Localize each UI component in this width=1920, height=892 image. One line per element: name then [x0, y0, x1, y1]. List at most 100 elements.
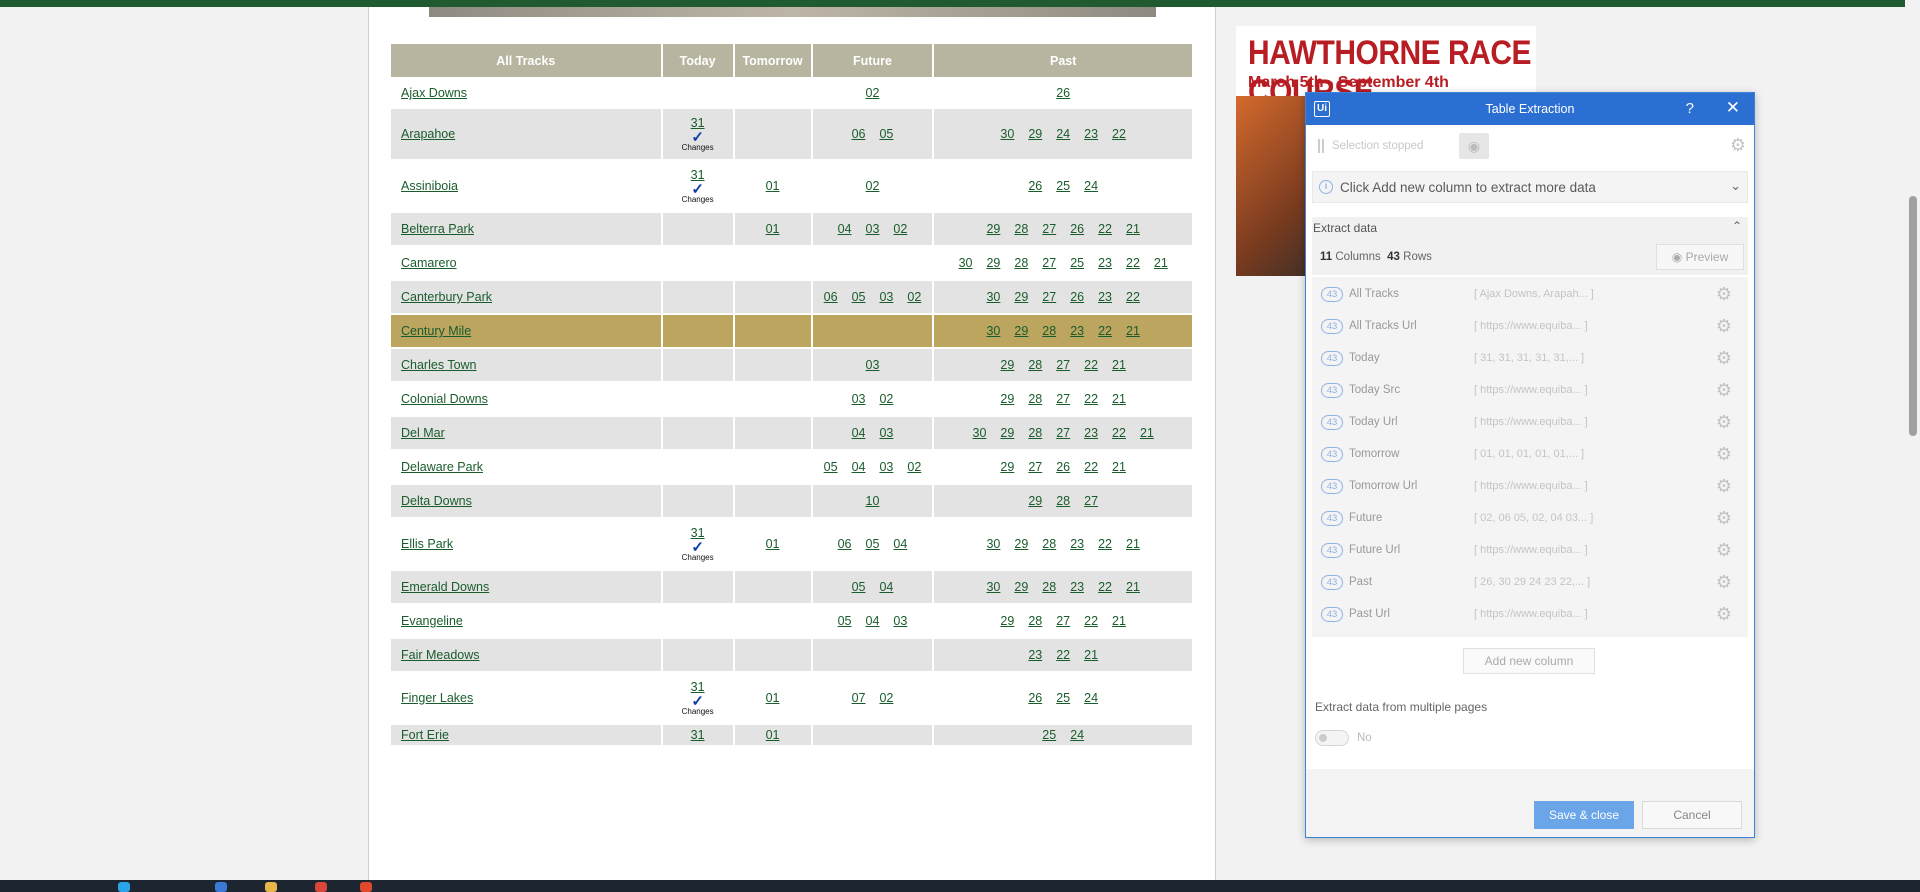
today-entry[interactable]: 31 — [691, 729, 705, 742]
future-date-link[interactable]: 03 — [879, 290, 893, 304]
past-date-link[interactable]: 23 — [1070, 324, 1084, 338]
past-date-link[interactable]: 29 — [1000, 460, 1014, 474]
tomorrow-link[interactable]: 01 — [766, 222, 780, 236]
past-date-link[interactable]: 30 — [1000, 127, 1014, 141]
past-date-link[interactable]: 28 — [1042, 580, 1056, 594]
help-button[interactable]: ? — [1686, 100, 1694, 117]
track-link[interactable]: Evangeline — [401, 614, 463, 628]
past-date-link[interactable]: 28 — [1028, 392, 1042, 406]
past-date-link[interactable]: 23 — [1098, 256, 1112, 270]
track-link[interactable]: Canterbury Park — [401, 290, 492, 304]
past-date-link[interactable]: 22 — [1112, 127, 1126, 141]
column-row[interactable]: 43 Tomorrow [ 01, 01, 01, 01, 01,... ] ⚙ — [1312, 439, 1748, 471]
past-date-link[interactable]: 25 — [1056, 179, 1070, 193]
future-date-link[interactable]: 04 — [893, 537, 907, 551]
past-date-link[interactable]: 22 — [1084, 614, 1098, 628]
past-date-link[interactable]: 30 — [959, 256, 973, 270]
past-date-link[interactable]: 22 — [1126, 256, 1140, 270]
add-new-column-button[interactable]: Add new column — [1463, 648, 1595, 674]
today-entry[interactable]: 31 ✓ Changes — [682, 117, 714, 153]
past-date-link[interactable]: 21 — [1154, 256, 1168, 270]
past-date-link[interactable]: 24 — [1070, 728, 1084, 742]
past-date-link[interactable]: 27 — [1056, 358, 1070, 372]
past-date-link[interactable]: 22 — [1112, 426, 1126, 440]
future-date-link[interactable]: 05 — [852, 580, 866, 594]
taskbar-app-icon[interactable] — [315, 882, 327, 892]
future-date-link[interactable]: 07 — [852, 691, 866, 705]
page-scrollbar[interactable] — [1905, 0, 1920, 880]
past-date-link[interactable]: 25 — [1042, 728, 1056, 742]
gear-icon[interactable]: ⚙ — [1716, 444, 1732, 465]
track-link[interactable]: Charles Town — [401, 358, 477, 372]
future-date-link[interactable]: 02 — [879, 392, 893, 406]
gear-icon[interactable]: ⚙ — [1716, 316, 1732, 337]
column-row[interactable]: 43 Past [ 26, 30 29 24 23 22,... ] ⚙ — [1312, 567, 1748, 599]
track-link[interactable]: Colonial Downs — [401, 392, 488, 406]
past-date-link[interactable]: 21 — [1112, 358, 1126, 372]
track-link[interactable]: Assiniboia — [401, 179, 458, 193]
past-date-link[interactable]: 27 — [1056, 426, 1070, 440]
track-link[interactable]: Del Mar — [401, 426, 445, 440]
gear-icon[interactable]: ⚙ — [1716, 604, 1732, 625]
tomorrow-link[interactable]: 01 — [766, 179, 780, 193]
future-date-link[interactable]: 05 — [838, 614, 852, 628]
past-date-link[interactable]: 23 — [1084, 426, 1098, 440]
track-link[interactable]: Delaware Park — [401, 460, 483, 474]
future-date-link[interactable]: 02 — [879, 691, 893, 705]
past-date-link[interactable]: 29 — [1028, 494, 1042, 508]
future-date-link[interactable]: 02 — [907, 460, 921, 474]
past-date-link[interactable]: 27 — [1056, 614, 1070, 628]
tomorrow-link[interactable]: 01 — [766, 537, 780, 551]
track-link[interactable]: Finger Lakes — [401, 691, 473, 705]
track-link[interactable]: Delta Downs — [401, 494, 472, 508]
today-link[interactable]: 31 — [691, 117, 705, 130]
past-date-link[interactable]: 30 — [986, 537, 1000, 551]
gear-icon[interactable]: ⚙ — [1716, 284, 1732, 305]
past-date-link[interactable]: 29 — [1014, 537, 1028, 551]
today-entry[interactable]: 31 ✓ Changes — [682, 681, 714, 717]
today-link[interactable]: 31 — [691, 527, 705, 540]
preview-button[interactable]: ◉ Preview — [1656, 244, 1744, 270]
past-date-link[interactable]: 29 — [986, 222, 1000, 236]
past-date-link[interactable]: 30 — [986, 324, 1000, 338]
past-date-link[interactable]: 22 — [1098, 324, 1112, 338]
column-row[interactable]: 43 Future Url [ https://www.equiba... ] ⚙ — [1312, 535, 1748, 567]
column-row[interactable]: 43 Today Src [ https://www.equiba... ] ⚙ — [1312, 375, 1748, 407]
past-date-link[interactable]: 29 — [1014, 324, 1028, 338]
future-date-link[interactable]: 04 — [852, 460, 866, 474]
past-date-link[interactable]: 30 — [986, 580, 1000, 594]
column-row[interactable]: 43 Tomorrow Url [ https://www.equiba... ] ⚙ — [1312, 471, 1748, 503]
past-date-link[interactable]: 23 — [1028, 648, 1042, 662]
past-date-link[interactable]: 21 — [1112, 392, 1126, 406]
tomorrow-link[interactable]: 01 — [766, 728, 780, 742]
future-date-link[interactable]: 04 — [852, 426, 866, 440]
past-date-link[interactable]: 22 — [1084, 460, 1098, 474]
gear-icon[interactable]: ⚙ — [1716, 540, 1732, 561]
past-date-link[interactable]: 26 — [1070, 222, 1084, 236]
past-date-link[interactable]: 27 — [1042, 290, 1056, 304]
column-row[interactable]: 43 Past Url [ https://www.equiba... ] ⚙ — [1312, 599, 1748, 631]
column-row[interactable]: 43 Today Url [ https://www.equiba... ] ⚙ — [1312, 407, 1748, 439]
past-date-link[interactable]: 21 — [1084, 648, 1098, 662]
future-date-link[interactable]: 03 — [866, 358, 880, 372]
past-date-link[interactable]: 22 — [1098, 222, 1112, 236]
chevron-down-icon[interactable]: ⌄ — [1730, 178, 1741, 194]
taskbar-app-icon[interactable] — [215, 882, 227, 892]
past-date-link[interactable]: 27 — [1042, 222, 1056, 236]
track-link[interactable]: Fair Meadows — [401, 648, 480, 662]
multiple-pages-toggle[interactable] — [1315, 730, 1349, 746]
past-date-link[interactable]: 28 — [1056, 494, 1070, 508]
today-link[interactable]: 31 — [691, 681, 705, 694]
track-link[interactable]: Ellis Park — [401, 537, 453, 551]
pause-icon[interactable] — [1318, 139, 1324, 153]
past-date-link[interactable]: 25 — [1070, 256, 1084, 270]
past-date-link[interactable]: 23 — [1070, 580, 1084, 594]
past-date-link[interactable]: 24 — [1084, 179, 1098, 193]
past-date-link[interactable]: 21 — [1112, 614, 1126, 628]
past-date-link[interactable]: 28 — [1028, 426, 1042, 440]
future-date-link[interactable]: 03 — [879, 426, 893, 440]
future-date-link[interactable]: 05 — [866, 537, 880, 551]
past-date-link[interactable]: 29 — [1000, 358, 1014, 372]
past-date-link[interactable]: 23 — [1098, 290, 1112, 304]
future-date-link[interactable]: 04 — [838, 222, 852, 236]
